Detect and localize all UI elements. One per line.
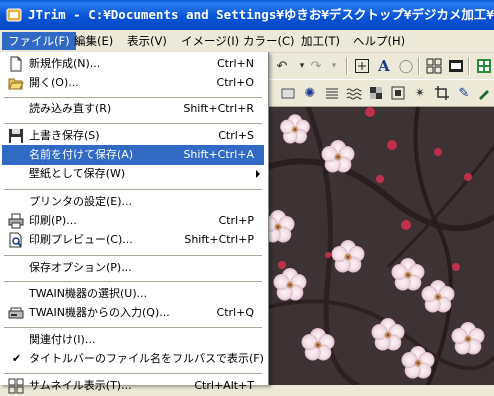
menu-separator — [4, 373, 262, 374]
menu-separator — [4, 281, 262, 282]
menu-item-associate[interactable]: 関連付け(I)... — [2, 330, 264, 350]
lines-icon[interactable] — [322, 83, 342, 103]
crop-icon[interactable] — [432, 83, 452, 103]
menu-item-save[interactable]: 上書き保存(S) Ctrl+S — [2, 126, 264, 146]
mosaic-icon[interactable] — [366, 83, 386, 103]
menu-help[interactable]: ヘルプ(H) — [347, 32, 411, 50]
menu-separator — [4, 327, 262, 328]
menu-item-save-wallpaper[interactable]: 壁紙として保存(W) — [2, 164, 264, 184]
window-title: JTrim - C:¥Documents and Settings¥ゆきお¥デス… — [28, 7, 494, 22]
menu-image[interactable]: イメージ(I) — [175, 32, 245, 50]
redo-dropdown-icon[interactable]: ▾ — [324, 56, 344, 76]
printer-icon — [8, 213, 24, 229]
filmstrip-icon[interactable] — [446, 56, 466, 76]
text-tool-icon[interactable]: A — [374, 56, 394, 76]
toolbar-bottom: ✺ ✴ ✎ — [268, 80, 494, 107]
title-bar: JTrim - C:¥Documents and Settings¥ゆきお¥デス… — [0, 0, 494, 30]
menu-item-printer-settings[interactable]: プリンタの設定(E)... — [2, 192, 264, 212]
frame-icon[interactable] — [388, 83, 408, 103]
checkmark-icon: ✔ — [12, 352, 22, 365]
brush-icon[interactable] — [474, 83, 494, 103]
wave-icon[interactable] — [344, 83, 364, 103]
rectangle-icon[interactable] — [278, 83, 298, 103]
menu-item-twain-select[interactable]: TWAIN機器の選択(U)... — [2, 284, 264, 304]
menu-separator — [4, 189, 262, 190]
menu-item-save-as[interactable]: 名前を付けて保存(A) Shift+Ctrl+A — [2, 145, 264, 165]
menu-bar: ファイル(F) 編集(E) 表示(V) イメージ(I) カラー(C) 加工(T)… — [0, 30, 494, 53]
fit-window-icon[interactable] — [352, 56, 372, 76]
menu-file[interactable]: ファイル(F) — [2, 32, 76, 50]
palette-icon[interactable] — [474, 56, 494, 76]
file-menu-dropdown: 新規作成(N)... Ctrl+N 開く(O)... Ctrl+O 読み込み直す… — [0, 52, 269, 394]
menu-color[interactable]: カラー(C) — [237, 32, 301, 50]
shape-tool-icon[interactable]: ◯ — [396, 56, 416, 76]
floppy-disk-icon — [9, 129, 23, 143]
menu-item-reload[interactable]: 読み込み直す(R) Shift+Ctrl+R — [2, 99, 264, 119]
print-preview-icon — [9, 232, 22, 248]
menu-item-print-preview[interactable]: 印刷プレビュー(C)... Shift+Ctrl+P — [2, 230, 264, 250]
thumbnail-icon — [8, 378, 24, 394]
menu-separator — [4, 97, 262, 98]
menu-item-thumbnail[interactable]: サムネイル表示(T)... Ctrl+Alt+T — [2, 376, 264, 396]
new-file-icon — [10, 56, 22, 72]
toolbar-top: ↶ ▾ ↷ ▾ A ◯ — [268, 53, 494, 80]
spark-icon[interactable]: ✴ — [410, 83, 430, 103]
redo-icon[interactable]: ↷ — [306, 56, 326, 76]
jtrim-app-icon — [6, 8, 22, 22]
menu-process[interactable]: 加工(T) — [295, 32, 346, 50]
sun-brightness-icon[interactable]: ✺ — [300, 83, 320, 103]
pen-icon[interactable]: ✎ — [454, 83, 474, 103]
menu-separator — [4, 255, 262, 256]
menu-separator — [4, 123, 262, 124]
menu-item-open[interactable]: 開く(O)... Ctrl+O — [2, 73, 264, 93]
menu-item-new[interactable]: 新規作成(N)... Ctrl+N — [2, 54, 264, 74]
submenu-arrow-icon — [256, 170, 260, 178]
image-canvas[interactable] — [268, 107, 494, 385]
cherry-blossom-photo — [268, 107, 494, 385]
grid-view-icon[interactable] — [424, 56, 444, 76]
open-folder-icon — [8, 78, 24, 90]
menu-edit[interactable]: 編集(E) — [68, 32, 119, 50]
scanner-icon — [8, 307, 24, 319]
menu-view[interactable]: 表示(V) — [121, 32, 173, 50]
menu-item-twain-input[interactable]: TWAIN機器からの入力(Q)... Ctrl+Q — [2, 303, 264, 323]
undo-icon[interactable]: ↶ — [272, 56, 292, 76]
menu-item-fullpath-title[interactable]: ✔ タイトルバーのファイル名をフルパスで表示(F) — [2, 349, 264, 369]
menu-item-save-options[interactable]: 保存オプション(P)... — [2, 258, 264, 278]
menu-item-print[interactable]: 印刷(P)... Ctrl+P — [2, 211, 264, 231]
